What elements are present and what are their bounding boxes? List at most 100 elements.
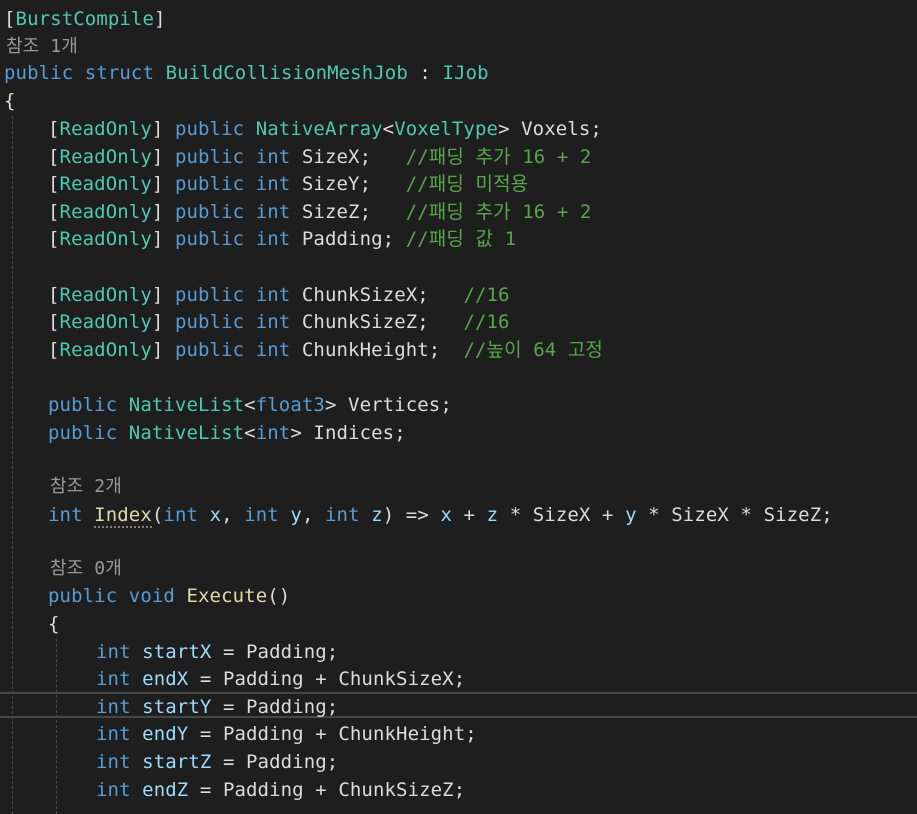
- code-token: = Padding;: [211, 696, 339, 718]
- code-line: public void Execute(): [48, 583, 290, 610]
- code-token: //패딩 값 1: [405, 228, 517, 250]
- code-token: BurstCompile: [15, 8, 155, 30]
- code-token: z: [371, 504, 383, 526]
- code-line: {: [4, 88, 16, 115]
- code-editor[interactable]: [BurstCompile] 참조 1개 public struct BuildCo…: [0, 0, 917, 814]
- code-token: startX: [142, 641, 212, 663]
- code-token: ]: [151, 339, 175, 361]
- code-token: :: [407, 62, 443, 84]
- code-token: ,: [221, 504, 245, 526]
- code-token: SizeX;: [290, 146, 406, 168]
- code-line: int startZ = Padding;: [96, 749, 338, 776]
- code-token: int: [325, 504, 360, 526]
- code-line: [BurstCompile]: [4, 6, 166, 33]
- code-token: = Padding + ChunkSizeZ;: [188, 779, 466, 801]
- code-token: //패딩 추가 16 + 2: [405, 201, 592, 223]
- code-token: (): [267, 585, 291, 607]
- code-token: x: [440, 504, 452, 526]
- code-token: 참조 1개: [6, 36, 78, 57]
- code-token: ]: [151, 201, 175, 223]
- code-token: [: [48, 284, 60, 306]
- code-line: [ReadOnly] public int SizeY; //패딩 미적용: [48, 171, 528, 198]
- code-token: public: [174, 339, 245, 361]
- code-token: int: [255, 422, 291, 444]
- code-token: * SizeX +: [498, 504, 626, 526]
- code-token: y: [290, 504, 302, 526]
- code-token: public: [174, 173, 245, 195]
- code-token: int: [244, 504, 279, 526]
- code-line: [ReadOnly] public int SizeX; //패딩 추가 16 …: [48, 144, 591, 171]
- code-token: public: [174, 118, 245, 140]
- code-token: int: [96, 641, 131, 663]
- code-token: public: [48, 394, 118, 416]
- code-token: int: [48, 504, 83, 526]
- code-token: ReadOnly: [59, 173, 152, 195]
- code-line: int endY = Padding + ChunkHeight;: [96, 721, 477, 748]
- code-token: [: [48, 173, 60, 195]
- code-token: [: [4, 8, 16, 30]
- code-token: ChunkSizeZ;: [290, 311, 464, 333]
- code-token: float3: [255, 394, 325, 416]
- code-token: ReadOnly: [59, 228, 152, 250]
- code-token: NativeArray: [255, 118, 383, 140]
- code-token: //16: [463, 284, 510, 306]
- code-line: public NativeList<float3> Vertices;: [48, 392, 452, 419]
- code-token: int: [255, 146, 291, 168]
- code-token: ReadOnly: [59, 284, 152, 306]
- code-token: NativeList: [128, 394, 245, 416]
- code-token: [: [48, 311, 60, 333]
- code-token: ReadOnly: [59, 339, 152, 361]
- code-token: //높이 64 고정: [463, 339, 603, 361]
- code-token: > Voxels;: [498, 118, 602, 140]
- code-token: int: [255, 339, 291, 361]
- code-token: endY: [142, 723, 189, 745]
- code-token: {: [48, 613, 60, 635]
- code-line: [ReadOnly] public int ChunkHeight; //높이 …: [48, 337, 603, 364]
- code-line: [ReadOnly] public int ChunkSizeZ; //16: [48, 309, 510, 336]
- code-token: public: [174, 201, 245, 223]
- code-line: [ReadOnly] public NativeArray<VoxelType>…: [48, 116, 602, 143]
- code-token: [: [48, 118, 60, 140]
- code-token: NativeList: [128, 422, 245, 444]
- code-token: = Padding;: [211, 751, 339, 773]
- code-token: ChunkHeight;: [290, 339, 464, 361]
- code-token: [: [48, 146, 60, 168]
- code-token: public: [48, 585, 118, 607]
- code-token: ]: [154, 8, 166, 30]
- code-token: public: [48, 422, 118, 444]
- code-token: = Padding + ChunkSizeX;: [188, 668, 466, 690]
- codelens-reference-count[interactable]: 참조 2개: [50, 473, 122, 500]
- code-token: ]: [151, 118, 175, 140]
- codelens-reference-count[interactable]: 참조 1개: [6, 33, 78, 60]
- code-token: <: [244, 422, 256, 444]
- code-token: int: [96, 751, 131, 773]
- code-token: <: [382, 118, 395, 140]
- code-token: (: [151, 504, 164, 526]
- code-token: SizeY;: [290, 173, 406, 195]
- code-token: [: [48, 339, 60, 361]
- codelens-reference-count[interactable]: 참조 0개: [50, 555, 122, 582]
- code-token: int: [96, 723, 131, 745]
- code-line: [ReadOnly] public int Padding; //패딩 값 1: [48, 226, 516, 253]
- code-token: x: [209, 504, 222, 526]
- code-token: 참조 0개: [50, 558, 122, 579]
- code-line: [ReadOnly] public int SizeZ; //패딩 추가 16 …: [48, 199, 591, 226]
- code-line: int startX = Padding;: [96, 639, 338, 666]
- code-token: int: [255, 311, 291, 333]
- code-token: 참조 2개: [50, 476, 122, 497]
- indent-guide-2: [56, 639, 57, 814]
- code-token: int: [255, 201, 291, 223]
